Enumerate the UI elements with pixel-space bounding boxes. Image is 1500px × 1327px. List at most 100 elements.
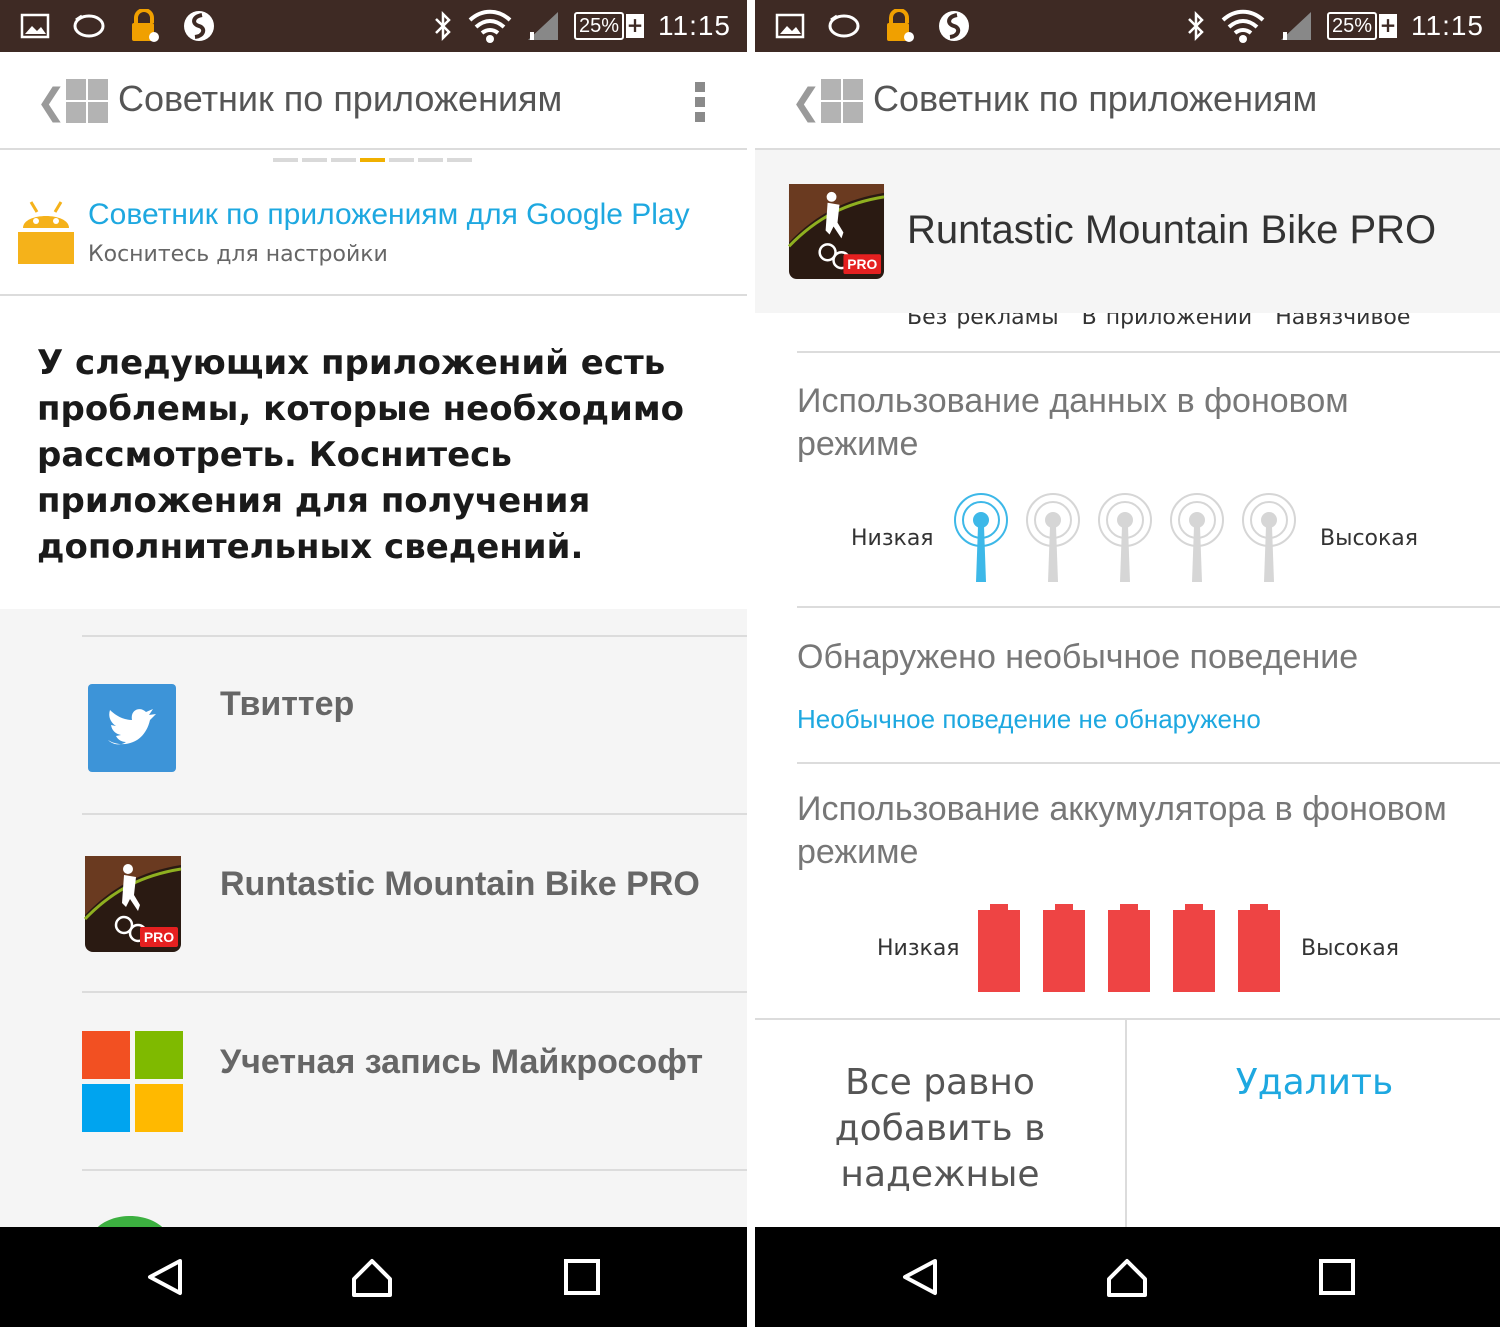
app-advisor-logo-icon: [66, 79, 108, 123]
battery-icon-active: [1173, 904, 1215, 992]
page-title: Советник по приложениям: [118, 78, 563, 119]
app-detail-title: Runtastic Mountain Bike PRO: [907, 208, 1437, 252]
bluetooth-icon: [435, 10, 451, 42]
navigation-bar: [755, 1227, 1500, 1327]
ad-label: В приложении: [1081, 313, 1253, 330]
page-title: Советник по приложениям: [873, 78, 1318, 119]
page-dot: [389, 158, 414, 162]
app-advisor-logo-icon: [821, 79, 863, 123]
battery-icon-active: [978, 904, 1020, 992]
recents-nav-icon[interactable]: [1315, 1255, 1359, 1299]
background-data-low-label: Низкая: [851, 526, 934, 551]
add-to-trusted-button[interactable]: Все равно добавить в надежные: [755, 1020, 1127, 1230]
app-list: Твиттер PRO Runtastic Mountain Bike PRO: [0, 609, 747, 1231]
uninstall-label: Удалить: [1235, 1062, 1394, 1103]
unusual-behavior-section: Обнаружено необычное поведение Необычное…: [797, 610, 1500, 764]
unusual-behavior-status: Необычное поведение не обнаружено: [797, 704, 1261, 734]
ad-label: Навязчивое: [1275, 313, 1411, 330]
add-to-trusted-label: Все равно добавить в надежные: [834, 1062, 1046, 1195]
battery-charging-icon: +: [1379, 13, 1397, 38]
swiftkey-notification-icon: [184, 11, 214, 41]
background-data-title: Использование данных в фоновом режиме: [797, 382, 1349, 463]
back-chevron-icon[interactable]: ❮: [791, 82, 821, 123]
recents-nav-icon[interactable]: [560, 1255, 604, 1299]
ad-label: Без рекламы: [907, 313, 1059, 330]
background-data-section: Использование данных в фоновом режиме Ни…: [797, 354, 1500, 608]
left-screen: 25% + 11:15 ❮ Советник по приложениям Со…: [0, 0, 747, 1327]
back-nav-icon[interactable]: [144, 1255, 188, 1299]
app-name: Твиттер: [220, 685, 355, 723]
screen-divider: [747, 0, 755, 1327]
wifi-icon: [468, 9, 512, 43]
svg-text:PRO: PRO: [144, 929, 174, 945]
home-nav-icon[interactable]: [350, 1255, 394, 1299]
page-dot: [447, 158, 472, 162]
gallery-notification-icon: [20, 13, 50, 39]
page-dot-active: [360, 158, 385, 162]
sync-notification-icon: [828, 14, 860, 38]
background-battery-level-indicator: [977, 902, 1297, 994]
app-list-item-twitter[interactable]: Твиттер: [82, 635, 747, 813]
navigation-bar: [0, 1227, 747, 1327]
action-bar: ❮ Советник по приложениям: [755, 52, 1500, 150]
battery-percentage: 25%: [1326, 12, 1377, 40]
runtastic-icon: PRO: [788, 183, 885, 280]
app-list-item-runtastic[interactable]: PRO Runtastic Mountain Bike PRO: [82, 813, 747, 991]
home-nav-icon[interactable]: [1105, 1255, 1149, 1299]
page-indicator: [273, 158, 472, 162]
unusual-behavior-title: Обнаружено необычное поведение: [797, 638, 1359, 676]
page-dot: [302, 158, 327, 162]
background-data-level-indicator: [952, 492, 1312, 584]
sync-notification-icon: [73, 14, 105, 38]
status-bar: 25% + 11:15: [755, 0, 1500, 52]
page-dot: [418, 158, 443, 162]
battery-charging-icon: +: [626, 13, 644, 38]
antenna-icon-inactive: [1170, 493, 1224, 582]
battery-percentage: 25%: [573, 12, 624, 40]
pro-badge: PRO: [847, 256, 877, 272]
back-chevron-icon[interactable]: ❮: [36, 82, 66, 123]
back-nav-icon[interactable]: [899, 1255, 943, 1299]
microsoft-icon: [82, 1031, 183, 1132]
antenna-icon-inactive: [1098, 493, 1152, 582]
overflow-menu-icon[interactable]: [695, 82, 707, 122]
action-bar: ❮ Советник по приложениям: [0, 52, 747, 150]
right-screen: 25% + 11:15 ❮ Советник по приложениям PR…: [755, 0, 1500, 1327]
bluetooth-icon: [1188, 10, 1204, 42]
signal-icon: [527, 12, 558, 40]
lock-notification-icon: [132, 9, 159, 42]
swiftkey-notification-icon: [939, 11, 969, 41]
runtastic-icon: PRO: [84, 856, 182, 952]
lock-notification-icon: [887, 9, 914, 42]
page-dot: [331, 158, 356, 162]
uninstall-button[interactable]: Удалить: [1129, 1020, 1500, 1230]
app-name: Учетная запись Майкрософт: [220, 1043, 704, 1081]
status-time: 11:15: [1411, 10, 1484, 41]
background-battery-section: Использование аккумулятора в фоновом реж…: [797, 766, 1500, 1018]
antenna-icon-active: [954, 493, 1008, 582]
battery-icon-active: [1043, 904, 1085, 992]
app-name: Runtastic Mountain Bike PRO: [220, 865, 700, 903]
background-data-high-label: Высокая: [1320, 526, 1419, 551]
action-buttons: Все равно добавить в надежные Удалить: [755, 1018, 1500, 1230]
status-bar: 25% + 11:15: [0, 0, 747, 52]
antenna-icon-inactive: [1242, 493, 1296, 582]
background-battery-low-label: Низкая: [877, 936, 960, 961]
gallery-notification-icon: [775, 13, 805, 39]
background-battery-title: Использование аккумулятора в фоновом реж…: [797, 790, 1447, 871]
status-time: 11:15: [658, 10, 731, 41]
signal-icon: [1280, 12, 1311, 40]
ad-labels-row: Без рекламы В приложении Навязчивое: [797, 313, 1500, 353]
app-list-item-microsoft[interactable]: Учетная запись Майкрософт: [82, 991, 747, 1169]
wifi-icon: [1221, 9, 1265, 43]
battery-icon-active: [1238, 904, 1280, 992]
antenna-icon-inactive: [1026, 493, 1080, 582]
issues-intro-text: У следующих приложений есть проблемы, ко…: [37, 343, 685, 567]
page-dot: [273, 158, 298, 162]
google-play-advisor-title: Советник по приложениям для Google Play: [88, 198, 690, 231]
google-play-advisor-subtitle: Коснитесь для настройки: [88, 242, 388, 267]
google-play-advisor-row[interactable]: Советник по приложениям для Google Play …: [0, 170, 747, 296]
twitter-icon: [88, 684, 176, 772]
app-detail-header: PRO Runtastic Mountain Bike PRO: [755, 150, 1500, 313]
background-battery-high-label: Высокая: [1301, 936, 1400, 961]
